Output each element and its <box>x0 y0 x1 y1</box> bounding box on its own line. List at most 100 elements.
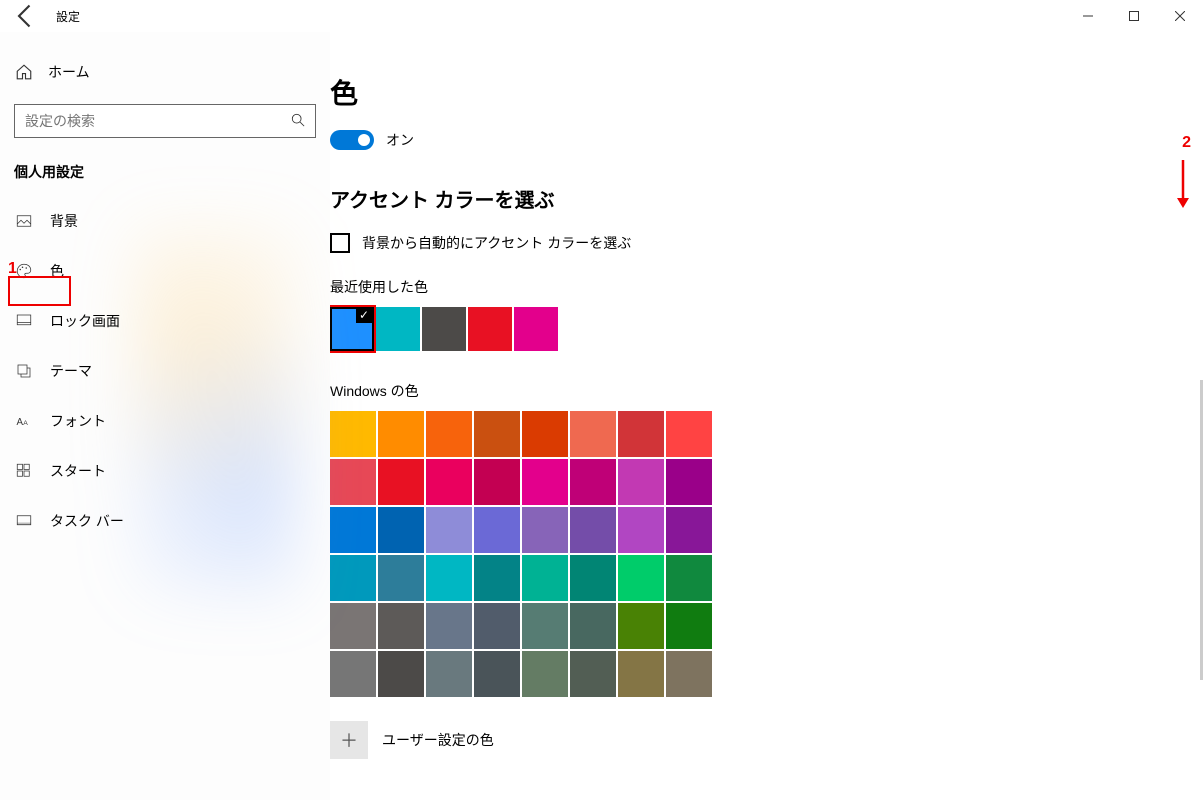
color-swatch[interactable] <box>570 555 616 601</box>
sidebar-home-label: ホーム <box>48 62 90 82</box>
search-input[interactable] <box>25 113 291 129</box>
recent-color-swatch[interactable] <box>514 307 558 351</box>
minimize-button[interactable] <box>1065 0 1111 32</box>
color-swatch[interactable] <box>330 603 376 649</box>
sidebar-item-themes[interactable]: テーマ <box>0 346 330 396</box>
color-swatch[interactable] <box>378 459 424 505</box>
color-swatch[interactable] <box>618 507 664 553</box>
sidebar-item-background[interactable]: 背景 <box>0 196 330 246</box>
sidebar-item-start[interactable]: スタート <box>0 446 330 496</box>
color-swatch[interactable] <box>474 555 520 601</box>
sidebar-item-fonts[interactable]: AA フォント <box>0 396 330 446</box>
sidebar-item-label: スタート <box>50 461 106 481</box>
auto-accent-checkbox[interactable] <box>330 233 350 253</box>
color-swatch[interactable] <box>666 555 712 601</box>
sidebar-home[interactable]: ホーム <box>0 54 330 90</box>
annotation-1-box <box>8 276 71 306</box>
recent-colors-label: 最近使用した色 <box>330 277 1203 297</box>
main-content: 色 オン アクセント カラーを選ぶ 背景から自動的にアクセント カラーを選ぶ 最… <box>330 32 1203 800</box>
font-icon: AA <box>14 412 34 430</box>
search-icon <box>291 113 305 130</box>
sidebar-item-label: ロック画面 <box>50 311 120 331</box>
color-swatch[interactable] <box>570 411 616 457</box>
custom-color-label: ユーザー設定の色 <box>382 730 494 750</box>
maximize-button[interactable] <box>1111 0 1157 32</box>
color-swatch[interactable] <box>522 651 568 697</box>
color-swatch[interactable] <box>570 459 616 505</box>
color-swatch[interactable] <box>666 459 712 505</box>
color-swatch[interactable] <box>666 507 712 553</box>
color-swatch[interactable] <box>522 603 568 649</box>
color-swatch[interactable] <box>522 555 568 601</box>
color-swatch[interactable] <box>618 603 664 649</box>
search-input-wrapper[interactable] <box>14 104 316 138</box>
lockscreen-icon <box>14 312 34 330</box>
window-title: 設定 <box>56 8 80 25</box>
sidebar: ホーム 個人用設定 背景 色 ロッ <box>0 32 330 800</box>
auto-accent-label: 背景から自動的にアクセント カラーを選ぶ <box>362 233 631 253</box>
transparency-toggle[interactable] <box>330 130 374 150</box>
color-swatch[interactable] <box>666 603 712 649</box>
color-swatch[interactable] <box>426 603 472 649</box>
theme-icon <box>14 362 34 380</box>
windows-colors-label: Windows の色 <box>330 381 1203 401</box>
recent-color-swatch[interactable] <box>468 307 512 351</box>
color-swatch[interactable] <box>426 555 472 601</box>
color-swatch[interactable] <box>330 555 376 601</box>
color-swatch[interactable] <box>522 459 568 505</box>
color-swatch[interactable] <box>378 411 424 457</box>
color-swatch[interactable] <box>570 603 616 649</box>
color-swatch[interactable] <box>474 603 520 649</box>
color-swatch[interactable] <box>426 507 472 553</box>
sidebar-item-label: タスク バー <box>50 511 124 531</box>
color-swatch[interactable] <box>522 411 568 457</box>
custom-color-button[interactable]: ＋ <box>330 721 368 759</box>
color-swatch[interactable] <box>474 507 520 553</box>
sidebar-item-label: フォント <box>50 411 106 431</box>
color-swatch[interactable] <box>522 507 568 553</box>
color-swatch[interactable] <box>330 411 376 457</box>
color-swatch[interactable] <box>378 555 424 601</box>
taskbar-icon <box>14 512 34 530</box>
color-swatch[interactable] <box>474 651 520 697</box>
accent-heading: アクセント カラーを選ぶ <box>330 184 1203 213</box>
close-button[interactable] <box>1157 0 1203 32</box>
sidebar-section-title: 個人用設定 <box>0 156 330 196</box>
color-swatch[interactable] <box>378 603 424 649</box>
page-title: 色 <box>330 72 1203 112</box>
color-swatch[interactable] <box>426 651 472 697</box>
plus-icon: ＋ <box>340 727 358 753</box>
back-button[interactable] <box>12 2 40 30</box>
color-swatch[interactable] <box>330 459 376 505</box>
home-icon <box>14 63 34 81</box>
color-swatch[interactable] <box>474 459 520 505</box>
annotation-3-box <box>330 305 376 353</box>
sidebar-item-taskbar[interactable]: タスク バー <box>0 496 330 546</box>
picture-icon <box>14 212 34 230</box>
color-swatch[interactable] <box>330 651 376 697</box>
color-swatch[interactable] <box>378 507 424 553</box>
recent-color-swatch[interactable] <box>422 307 466 351</box>
toggle-label: オン <box>386 130 414 150</box>
sidebar-item-label: テーマ <box>50 361 92 381</box>
scrollbar[interactable] <box>1197 380 1203 740</box>
color-swatch[interactable] <box>618 555 664 601</box>
color-swatch[interactable] <box>426 459 472 505</box>
color-swatch[interactable] <box>426 411 472 457</box>
windows-colors-grid <box>330 411 1203 697</box>
recent-color-swatch[interactable] <box>376 307 420 351</box>
color-swatch[interactable] <box>474 411 520 457</box>
svg-text:A: A <box>17 417 24 428</box>
color-swatch[interactable] <box>666 651 712 697</box>
sidebar-item-label: 背景 <box>50 211 78 231</box>
color-swatch[interactable] <box>378 651 424 697</box>
color-swatch[interactable] <box>618 459 664 505</box>
svg-text:A: A <box>23 420 28 427</box>
color-swatch[interactable] <box>570 651 616 697</box>
color-swatch[interactable] <box>666 411 712 457</box>
start-icon <box>14 462 34 480</box>
color-swatch[interactable] <box>330 507 376 553</box>
color-swatch[interactable] <box>570 507 616 553</box>
color-swatch[interactable] <box>618 411 664 457</box>
color-swatch[interactable] <box>618 651 664 697</box>
